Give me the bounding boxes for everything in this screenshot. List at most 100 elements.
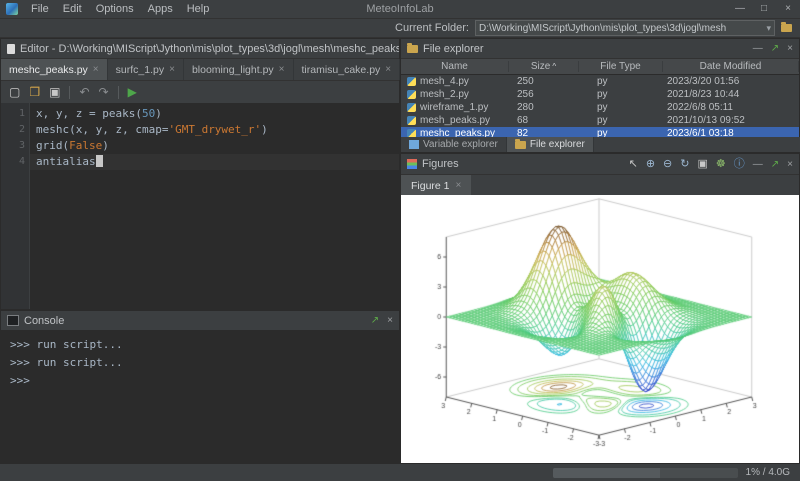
settings-icon[interactable]: ☸ xyxy=(716,158,726,170)
editor-tab-surfc_1-py[interactable]: surfc_1.py × xyxy=(108,59,184,80)
python-file-icon xyxy=(407,103,416,112)
maximize-button[interactable]: □ xyxy=(752,0,776,18)
float-icon[interactable]: ↗ xyxy=(771,43,779,54)
menu-edit[interactable]: Edit xyxy=(56,0,89,18)
save-file-icon[interactable]: ▣ xyxy=(49,86,60,98)
open-file-icon[interactable]: ❒ xyxy=(29,86,40,98)
close-button[interactable]: × xyxy=(776,0,800,18)
browse-folder-icon[interactable] xyxy=(781,22,792,32)
new-file-icon[interactable]: ▢ xyxy=(9,86,20,98)
code-token: 'GMT_drywet_r' xyxy=(168,123,262,136)
menu-items: File Edit Options Apps Help xyxy=(24,0,216,18)
editor-toolbar: ▢ ❒ ▣ ↶ ↷ ▶ xyxy=(1,81,399,104)
close-icon[interactable]: × xyxy=(387,315,393,326)
code-line: antialias xyxy=(30,154,399,170)
column-header-file-type[interactable]: File Type xyxy=(579,61,663,72)
rotate-icon[interactable]: ↻ xyxy=(680,158,689,170)
undo-icon[interactable]: ↶ xyxy=(79,86,89,98)
code-token: meshc(x, y, z, cmap= xyxy=(36,123,169,136)
file-type-cell: py xyxy=(597,102,608,113)
code-token: x, y, z = peaks( xyxy=(36,107,142,120)
table-row[interactable]: wireframe_1.py 280 py 2022/6/8 05:11 xyxy=(401,101,799,114)
table-row[interactable]: mesh_2.py 256 py 2021/8/23 10:44 xyxy=(401,88,799,101)
column-header-date-modified[interactable]: Date Modified xyxy=(663,61,799,72)
line-number: 1 xyxy=(18,108,25,119)
minimize-button[interactable]: — xyxy=(728,0,752,18)
table-row[interactable]: mesh_4.py 250 py 2023/3/20 01:56 xyxy=(401,75,799,88)
folder-bar: Current Folder: D:\Working\MIScript\Jyth… xyxy=(0,19,800,38)
file-size-cell: 256 xyxy=(517,89,534,100)
file-explorer-icon xyxy=(514,138,526,149)
tab-close-icon[interactable]: × xyxy=(279,64,285,75)
tab-variable-explorer[interactable]: Variable explorer xyxy=(401,137,507,152)
explorer-tab-label: Variable explorer xyxy=(423,139,498,150)
tab-close-icon[interactable]: × xyxy=(385,64,391,75)
file-name: mesh_peaks.py xyxy=(420,115,491,126)
file-type-cell: py xyxy=(597,115,608,126)
tab-close-icon[interactable]: × xyxy=(93,64,99,75)
close-icon[interactable]: × xyxy=(787,43,793,54)
file-modified-cell: 2023/3/20 01:56 xyxy=(667,76,740,87)
editor-tab-meshc_peaks-py[interactable]: meshc_peaks.py × xyxy=(1,59,108,80)
close-icon[interactable]: × xyxy=(787,159,793,170)
code-token: ) xyxy=(102,139,109,152)
console-output[interactable]: >>> run script... >>> run script... >>> xyxy=(1,330,399,462)
memory-text: 1% / 4.0G xyxy=(745,467,790,478)
line-number-gutter: 1 2 3 4 xyxy=(1,103,30,309)
file-explorer-title: File explorer xyxy=(423,42,484,55)
minimize-icon[interactable]: — xyxy=(753,43,763,54)
python-file-icon xyxy=(407,77,416,86)
zoom-out-icon[interactable]: ⊖ xyxy=(663,158,672,170)
chevron-down-icon[interactable]: ▾ xyxy=(766,23,771,34)
figures-panel-header: Figures ↖ ⊕ ⊖ ↻ ▣ ☸ ⓘ — ↗ × xyxy=(401,154,799,175)
status-bar: 1% / 4.0G xyxy=(0,463,800,481)
editor-tab-tiramisu_cake-py[interactable]: tiramisu_cake.py × xyxy=(294,59,401,80)
code-token: 50 xyxy=(141,107,156,120)
code-lines[interactable]: x, y, z = peaks(50) meshc(x, y, z, cmap='… xyxy=(30,103,399,309)
toolbar-separator xyxy=(69,85,71,99)
table-row[interactable]: mesh_peaks.py 68 py 2021/10/13 09:52 xyxy=(401,114,799,127)
tab-figure-1[interactable]: Figure 1 × xyxy=(401,175,472,196)
file-table-rows: mesh_4.py 250 py 2023/3/20 01:56 mesh_2.py 25… xyxy=(401,75,799,140)
figure-plot-canvas[interactable] xyxy=(401,195,799,463)
menu-options[interactable]: Options xyxy=(89,0,141,18)
file-icon xyxy=(7,43,15,54)
figure-tab-label: Figure 1 xyxy=(411,179,450,192)
code-editor[interactable]: 1234 x, y, z = peaks(50) meshc(x, y, z, c… xyxy=(1,103,399,309)
line-number: 2 xyxy=(18,124,25,135)
tab-close-icon[interactable]: × xyxy=(169,64,175,75)
menu-apps[interactable]: Apps xyxy=(141,0,180,18)
editor-tabbar: meshc_peaks.py × surfc_1.py × blooming_light… xyxy=(1,59,401,81)
current-folder-combobox[interactable]: D:\Working\MIScript\Jython\mis\plot_type… xyxy=(475,20,775,36)
console-line: >>> xyxy=(10,374,30,387)
figures-panel-title: Figures xyxy=(422,158,459,170)
float-icon[interactable]: ↗ xyxy=(371,315,379,326)
redo-icon[interactable]: ↷ xyxy=(99,86,109,98)
column-header-name[interactable]: Name xyxy=(401,61,509,72)
menu-help[interactable]: Help xyxy=(180,0,217,18)
line-number: 3 xyxy=(18,140,25,151)
column-header-size[interactable]: Size ^ xyxy=(509,61,579,72)
float-icon[interactable]: ↗ xyxy=(771,159,779,170)
info-icon[interactable]: ⓘ xyxy=(734,158,745,170)
zoom-in-icon[interactable]: ⊕ xyxy=(646,158,655,170)
file-explorer-panel: File explorer — ↗ × Name Size ^ File Type Date… xyxy=(400,38,800,140)
console-panel-controls: ↗ × xyxy=(371,315,393,326)
minimize-icon[interactable]: — xyxy=(753,159,763,170)
memory-indicator[interactable] xyxy=(552,467,738,478)
code-line: meshc(x, y, z, cmap='GMT_drywet_r') xyxy=(30,122,399,138)
tab-file-explorer[interactable]: File explorer xyxy=(506,137,594,152)
file-type-cell: py xyxy=(597,89,608,100)
menu-file[interactable]: File xyxy=(24,0,56,18)
pointer-icon[interactable]: ↖ xyxy=(629,158,638,170)
editor-tab-label: tiramisu_cake.py xyxy=(301,63,381,76)
save-icon[interactable]: ▣ xyxy=(697,158,707,170)
editor-tab-blooming_light-py[interactable]: blooming_light.py × xyxy=(184,59,294,80)
run-script-icon[interactable]: ▶ xyxy=(128,86,137,98)
folder-icon xyxy=(407,42,418,53)
editor-panel-header: Editor - D:\Working\MIScript\Jython\mis\… xyxy=(1,39,399,59)
current-folder-label: Current Folder: xyxy=(395,22,469,34)
variable-explorer-icon xyxy=(409,140,419,149)
tab-close-icon[interactable]: × xyxy=(456,180,462,191)
console-line: >>> run script... xyxy=(10,356,123,369)
